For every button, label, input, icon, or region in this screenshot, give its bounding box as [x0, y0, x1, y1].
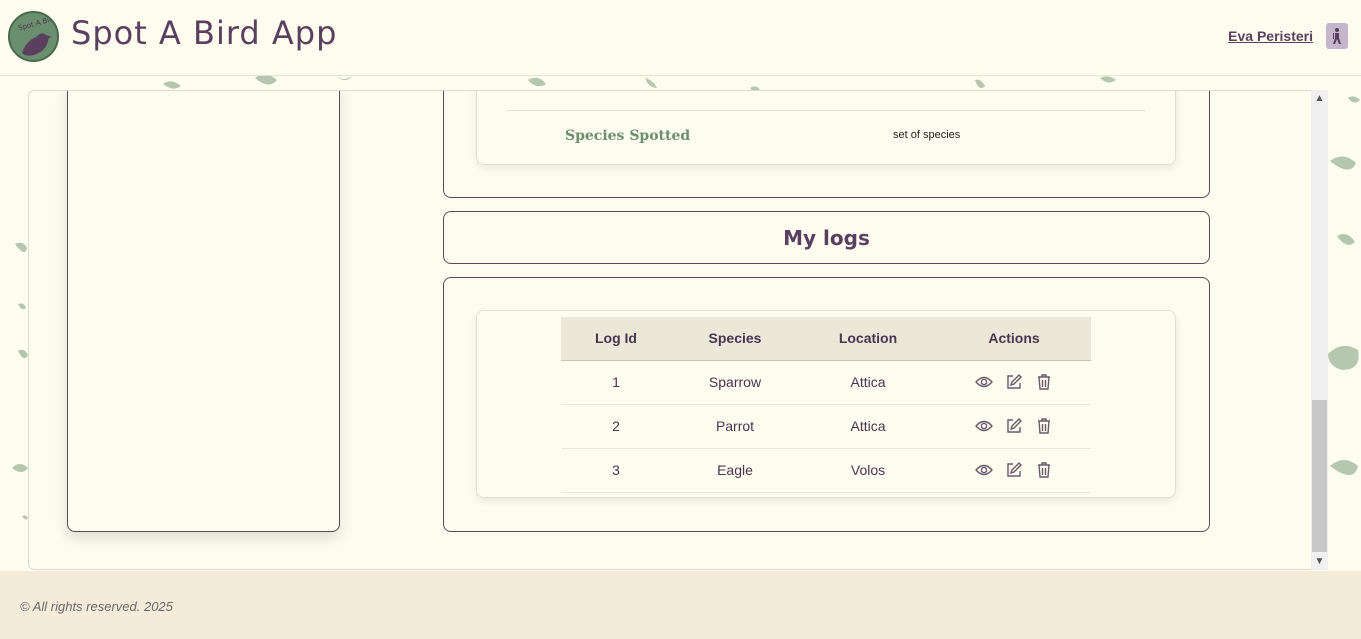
eye-icon[interactable]	[975, 461, 994, 479]
species-cell: Eagle	[671, 448, 799, 493]
edit-icon[interactable]	[1005, 417, 1023, 435]
column-header-species: Species	[671, 317, 799, 361]
profile-info-inner: Species Spotted set of species	[476, 91, 1176, 165]
table-row: 3 Eagle Volos	[561, 448, 1091, 493]
scrollbar-thumb[interactable]	[1312, 400, 1327, 552]
trash-icon[interactable]	[1035, 417, 1053, 435]
app-title: Spot A Bird App	[71, 14, 338, 52]
location-cell: Attica	[799, 360, 937, 405]
location-cell: Volos	[799, 448, 937, 493]
scroll-up-arrow-icon[interactable]: ▲	[1311, 90, 1328, 107]
column-header-actions: Actions	[937, 317, 1091, 361]
location-cell: Attica	[799, 404, 937, 449]
log-id-cell: 3	[561, 448, 671, 493]
vertical-scrollbar[interactable]: ▲ ▼	[1311, 90, 1328, 570]
trash-icon[interactable]	[1035, 373, 1053, 391]
app-header: Spot A Bird Spot A Bird App Eva Perister…	[0, 0, 1361, 76]
logs-table: Log Id Species Location Actions 1 Sparro…	[561, 317, 1091, 493]
my-logs-header-card: My logs	[443, 211, 1210, 264]
species-spotted-label: Species Spotted	[565, 128, 691, 144]
copyright-text: © All rights reserved. 2025	[20, 599, 173, 614]
divider	[507, 110, 1145, 111]
actions-cell	[937, 404, 1091, 449]
my-logs-card: Log Id Species Location Actions 1 Sparro…	[443, 277, 1210, 532]
column-header-location: Location	[799, 317, 937, 361]
bird-logo[interactable]: Spot A Bird	[8, 11, 59, 62]
table-row: 1 Sparrow Attica	[561, 360, 1091, 405]
species-cell: Parrot	[671, 404, 799, 449]
eye-icon[interactable]	[975, 373, 994, 391]
eye-icon[interactable]	[975, 417, 994, 435]
log-id-cell: 1	[561, 360, 671, 405]
main-content-panel: Species Spotted set of species My logs L…	[28, 90, 1328, 570]
actions-cell	[937, 360, 1091, 405]
page-footer: © All rights reserved. 2025	[0, 571, 1361, 639]
actions-cell	[937, 448, 1091, 493]
table-row: 2 Parrot Attica	[561, 404, 1091, 449]
species-cell: Sparrow	[671, 360, 799, 405]
hiker-icon[interactable]	[1326, 23, 1348, 49]
table-header-row: Log Id Species Location Actions	[561, 317, 1091, 361]
species-spotted-value: set of species	[893, 129, 961, 141]
scroll-down-arrow-icon[interactable]: ▼	[1311, 553, 1328, 570]
edit-icon[interactable]	[1005, 461, 1023, 479]
user-profile-link[interactable]: Eva Peristeri	[1228, 28, 1313, 44]
logs-table-container: Log Id Species Location Actions 1 Sparro…	[476, 310, 1176, 498]
bird-icon: Spot A Bird	[17, 14, 57, 56]
profile-sidebar-card	[67, 91, 340, 532]
svg-text:Spot A Bird: Spot A Bird	[17, 14, 57, 32]
log-id-cell: 2	[561, 404, 671, 449]
column-header-log-id: Log Id	[561, 317, 671, 361]
profile-info-card: Species Spotted set of species	[443, 91, 1210, 198]
edit-icon[interactable]	[1005, 373, 1023, 391]
my-logs-title: My logs	[783, 226, 870, 250]
trash-icon[interactable]	[1035, 461, 1053, 479]
